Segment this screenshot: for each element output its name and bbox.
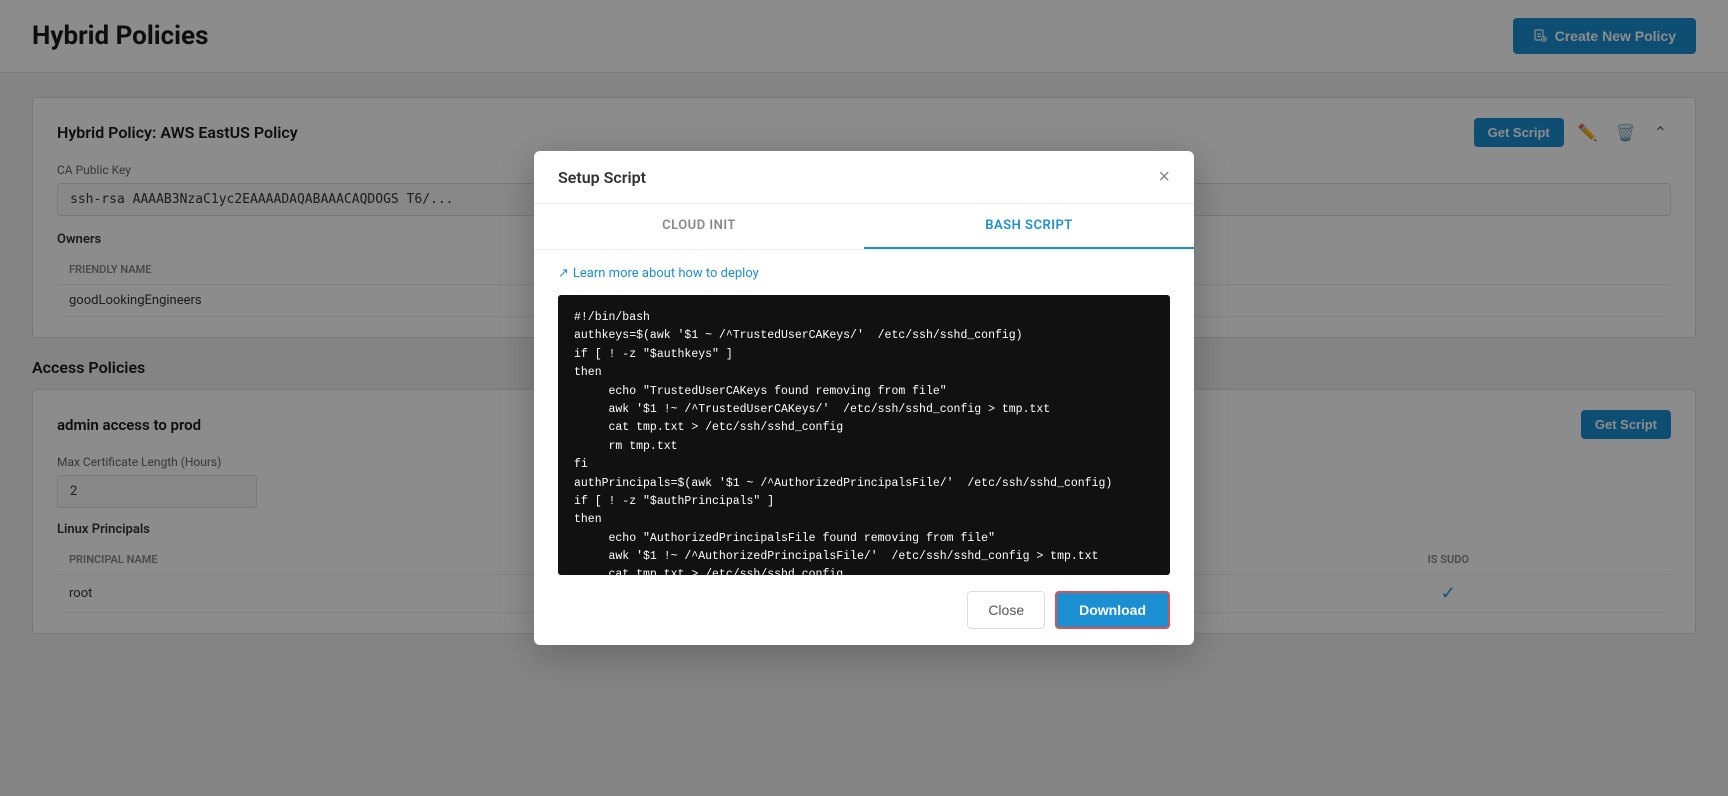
tab-cloud-init[interactable]: CLOUD INIT bbox=[534, 204, 864, 249]
external-link-icon: ↗ bbox=[558, 266, 569, 281]
modal-title: Setup Script bbox=[558, 168, 646, 187]
modal-header: Setup Script × bbox=[534, 151, 1194, 204]
tab-bash-script[interactable]: BASH SCRIPT bbox=[864, 204, 1194, 249]
modal-tabs: CLOUD INIT BASH SCRIPT bbox=[534, 204, 1194, 250]
modal-footer: Close Download bbox=[534, 575, 1194, 645]
modal-close-btn[interactable]: Close bbox=[967, 591, 1045, 629]
modal-overlay[interactable]: Setup Script × CLOUD INIT BASH SCRIPT ↗ … bbox=[0, 0, 1728, 796]
setup-script-modal: Setup Script × CLOUD INIT BASH SCRIPT ↗ … bbox=[534, 151, 1194, 645]
learn-more-link[interactable]: ↗ Learn more about how to deploy bbox=[558, 266, 1170, 281]
modal-close-button[interactable]: × bbox=[1158, 167, 1170, 187]
learn-more-text: Learn more about how to deploy bbox=[573, 266, 759, 281]
modal-body: ↗ Learn more about how to deploy #!/bin/… bbox=[534, 250, 1194, 575]
modal-download-btn[interactable]: Download bbox=[1055, 591, 1170, 629]
script-code-block[interactable]: #!/bin/bash authkeys=$(awk '$1 ~ /^Trust… bbox=[558, 295, 1170, 575]
